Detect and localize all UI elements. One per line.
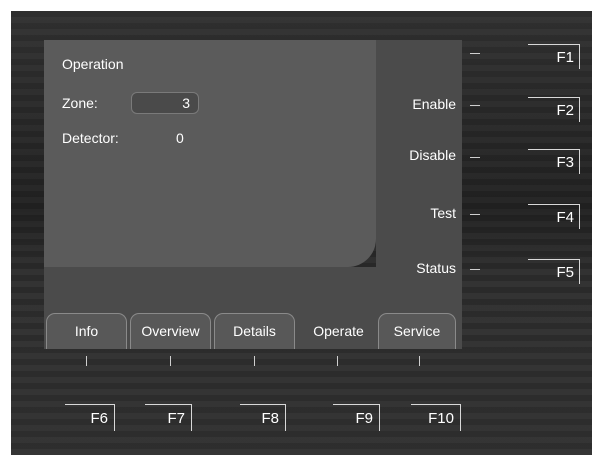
enable-action[interactable]: Enable bbox=[412, 96, 456, 112]
zone-input[interactable]: 3 bbox=[131, 92, 199, 114]
detector-value: 0 bbox=[176, 130, 184, 146]
f5-key[interactable]: F5 bbox=[528, 259, 580, 284]
disable-action[interactable]: Disable bbox=[409, 147, 456, 163]
f2-key[interactable]: F2 bbox=[528, 97, 580, 122]
f3-dash bbox=[470, 157, 480, 158]
tab-details[interactable]: Details bbox=[214, 313, 295, 349]
status-action[interactable]: Status bbox=[416, 260, 456, 276]
f10-key[interactable]: F10 bbox=[411, 404, 461, 431]
f8-key[interactable]: F8 bbox=[240, 404, 286, 431]
f10-tick bbox=[419, 356, 420, 366]
tab-info[interactable]: Info bbox=[46, 313, 127, 349]
f9-key[interactable]: F9 bbox=[333, 404, 380, 431]
f9-tick bbox=[337, 356, 338, 366]
test-action[interactable]: Test bbox=[430, 205, 456, 221]
tab-overview[interactable]: Overview bbox=[130, 313, 211, 349]
f5-dash bbox=[470, 269, 480, 270]
f6-tick bbox=[86, 356, 87, 366]
f4-dash bbox=[470, 214, 480, 215]
f2-dash bbox=[470, 105, 480, 106]
f7-tick bbox=[170, 356, 171, 366]
panel-title: Operation bbox=[62, 56, 124, 72]
detector-label: Detector: bbox=[62, 130, 119, 146]
f4-key[interactable]: F4 bbox=[528, 204, 580, 229]
tab-operate[interactable]: Operate bbox=[298, 313, 379, 349]
device-bezel: Operation Zone: 3 Detector: 0 Enable Dis… bbox=[11, 11, 592, 455]
f1-dash bbox=[470, 53, 480, 54]
tab-service[interactable]: Service bbox=[378, 313, 456, 349]
operation-panel bbox=[44, 40, 376, 267]
screen-side-area bbox=[376, 40, 462, 349]
f6-key[interactable]: F6 bbox=[65, 404, 115, 431]
f1-key[interactable]: F1 bbox=[528, 44, 580, 69]
f7-key[interactable]: F7 bbox=[145, 404, 192, 431]
zone-label: Zone: bbox=[62, 95, 98, 111]
f3-key[interactable]: F3 bbox=[528, 149, 580, 174]
f8-tick bbox=[254, 356, 255, 366]
